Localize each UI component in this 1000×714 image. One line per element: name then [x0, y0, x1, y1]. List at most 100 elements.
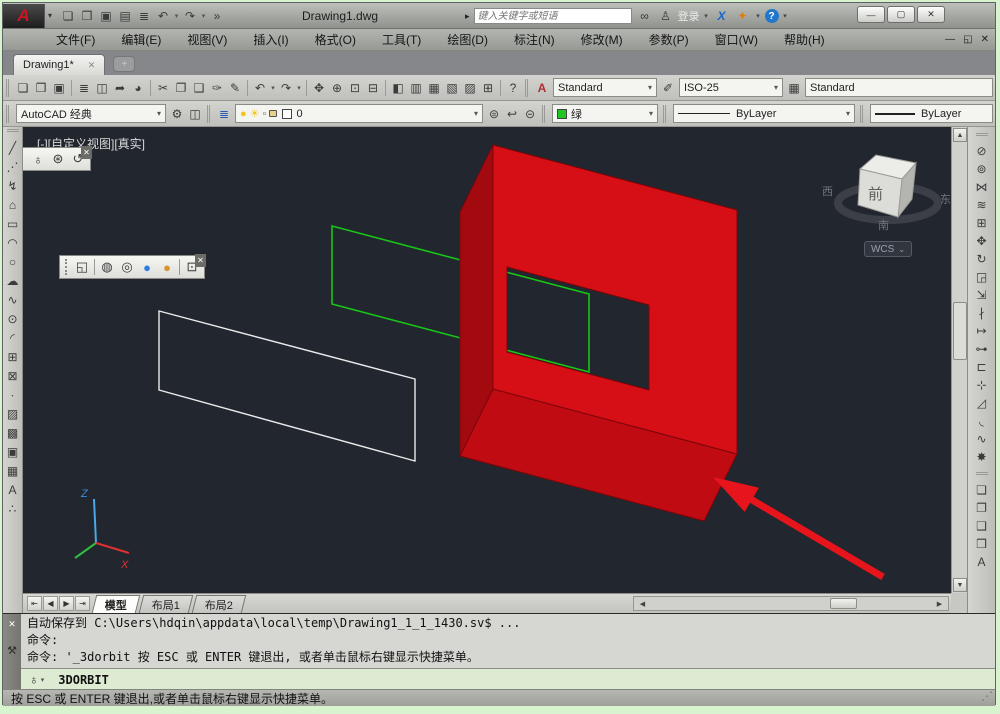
separator[interactable]	[71, 79, 72, 96]
toolbar-grip[interactable]	[525, 78, 530, 97]
chevron-down-icon[interactable]: ▾	[468, 109, 478, 118]
menu-item[interactable]: 帮助(H)	[771, 31, 838, 48]
insert-block-icon[interactable]: ⊞	[3, 347, 22, 366]
customize-icon[interactable]: ⚒	[7, 644, 17, 657]
tab-layout1[interactable]: 布局1	[138, 594, 194, 613]
sheet-set-icon[interactable]: ▧	[443, 79, 461, 97]
open-icon[interactable]: ❒	[78, 7, 96, 25]
menu-item[interactable]: 编辑(E)	[108, 31, 174, 48]
menu-item[interactable]: 参数(P)	[636, 31, 702, 48]
orbit-command-icon[interactable]: ♁	[29, 672, 39, 687]
viewcube-west-label[interactable]: 西	[822, 186, 833, 198]
match-properties-icon[interactable]: ✑	[208, 79, 226, 97]
dim-style-combo[interactable]: ISO-25 ▾	[679, 78, 783, 97]
toolbar-grip[interactable]	[6, 78, 11, 97]
rotate-icon[interactable]: ↻	[972, 250, 991, 268]
separator[interactable]	[179, 259, 180, 275]
toolbar-grip[interactable]	[6, 129, 19, 133]
last-tab-icon[interactable]: ⇥	[75, 596, 90, 611]
separator[interactable]	[247, 79, 248, 96]
lineweight-combo[interactable]: ByLayer	[870, 104, 993, 123]
white-rectangle[interactable]	[158, 310, 416, 462]
prev-tab-icon[interactable]: ◀	[43, 596, 58, 611]
revision-cloud-icon[interactable]: ☁	[3, 271, 22, 290]
toolbar-grip[interactable]	[6, 104, 11, 123]
scroll-up-icon[interactable]: ▲	[953, 128, 967, 142]
tab-model[interactable]: 模型	[91, 594, 141, 613]
mirror-icon[interactable]: ⋈	[972, 178, 991, 196]
realistic-style-icon[interactable]: ●	[137, 257, 157, 277]
search-expand-icon[interactable]: ▸	[465, 11, 470, 22]
array-icon[interactable]: ⊞	[972, 214, 991, 232]
hatch-icon[interactable]: ▨	[3, 404, 22, 423]
join-icon[interactable]: ⊹	[972, 376, 991, 394]
close-icon[interactable]: ✕	[8, 619, 16, 630]
copy-icon[interactable]: ❐	[172, 79, 190, 97]
trim-icon[interactable]: ∤	[972, 304, 991, 322]
user-icon[interactable]: ♙	[657, 7, 675, 25]
layer-isolate-icon[interactable]: ⊝	[521, 105, 539, 123]
print-preview-icon[interactable]: ◫	[93, 79, 111, 97]
conceptual-style-icon[interactable]: ●	[157, 257, 177, 277]
layer-on-icon[interactable]: ●	[240, 108, 247, 120]
chevron-down-icon[interactable]: ▾	[643, 109, 653, 118]
send-to-back-icon[interactable]: ❐	[972, 499, 991, 517]
workspace-settings-icon[interactable]: ⚙	[168, 105, 186, 123]
blend-curves-icon[interactable]: ∿	[972, 430, 991, 448]
extend-icon[interactable]: ↦	[972, 322, 991, 340]
layer-properties-manager-icon[interactable]: ≣	[215, 105, 233, 123]
make-block-icon[interactable]: ⊠	[3, 366, 22, 385]
table-icon[interactable]: ▦	[3, 461, 22, 480]
arc-icon[interactable]: ◠	[3, 233, 22, 252]
menu-item[interactable]: 工具(T)	[369, 31, 434, 48]
erase-icon[interactable]: ⊘	[972, 142, 991, 160]
toolbar-grip[interactable]	[207, 104, 212, 123]
layer-unlock-icon[interactable]	[269, 110, 278, 117]
construction-line-icon[interactable]: ⋰	[3, 157, 22, 176]
multiline-text-icon[interactable]: A	[3, 480, 22, 499]
menu-item[interactable]: 文件(F)	[43, 31, 108, 48]
separator[interactable]	[150, 79, 151, 96]
more-tools-icon[interactable]: »	[208, 7, 226, 25]
save-as-icon[interactable]: ▤	[116, 7, 134, 25]
scroll-right-icon[interactable]: ▶	[933, 598, 946, 609]
next-tab-icon[interactable]: ▶	[59, 596, 74, 611]
print-icon[interactable]: ≣	[75, 79, 93, 97]
undo-dropdown-icon[interactable]: ▾	[173, 7, 180, 25]
redo-dropdown-icon[interactable]: ▾	[295, 79, 303, 97]
toolbar-grip[interactable]	[663, 104, 668, 123]
model-space-canvas[interactable]: Z X	[23, 127, 951, 593]
move-icon[interactable]: ✥	[972, 232, 991, 250]
spline-icon[interactable]: ∿	[3, 290, 22, 309]
layer-thaw-icon[interactable]: ☀	[250, 107, 260, 120]
tool-palettes-icon[interactable]: ▦	[425, 79, 443, 97]
layer-previous-icon[interactable]: ↩	[503, 105, 521, 123]
menu-item[interactable]: 修改(M)	[568, 31, 636, 48]
layer-color-swatch[interactable]	[282, 108, 293, 119]
table-style-icon[interactable]: ▦	[785, 79, 803, 97]
vertical-scrollbar[interactable]: ▲ ▼	[951, 127, 967, 593]
file-tab-close-icon[interactable]: ✕	[88, 60, 96, 71]
apps-dropdown-icon[interactable]: ▾	[755, 7, 762, 25]
wcs-dropdown[interactable]: WCS ⌄	[864, 241, 912, 257]
app-menu-dropdown-icon[interactable]: ▾	[48, 11, 52, 20]
command-input-text[interactable]: 3DORBIT	[58, 673, 109, 687]
toolbar-grip[interactable]	[542, 104, 547, 123]
close-icon[interactable]: ✕	[81, 146, 92, 159]
plot-styles-icon[interactable]: ◕	[129, 79, 147, 97]
search-icon[interactable]: ∞	[636, 7, 654, 25]
chevron-down-icon[interactable]: ▾	[768, 83, 778, 92]
doc-restore-icon[interactable]: ◱	[963, 34, 972, 45]
properties-icon[interactable]: ◧	[389, 79, 407, 97]
help-dropdown-icon[interactable]: ▾	[782, 7, 789, 25]
chamfer-icon[interactable]: ◿	[972, 394, 991, 412]
command-input-row[interactable]: ♁ ▾ 3DORBIT	[21, 668, 995, 690]
maximize-button[interactable]: ▢	[887, 6, 915, 23]
workspace-save-icon[interactable]: ◫	[186, 105, 204, 123]
new-icon[interactable]: ❏	[59, 7, 77, 25]
new-icon[interactable]: ❏	[14, 79, 32, 97]
chevron-down-icon[interactable]: ▾	[840, 109, 850, 118]
explode-icon[interactable]: ✸	[972, 448, 991, 466]
cut-icon[interactable]: ✂	[154, 79, 172, 97]
chevron-down-icon[interactable]: ▾	[151, 109, 161, 118]
